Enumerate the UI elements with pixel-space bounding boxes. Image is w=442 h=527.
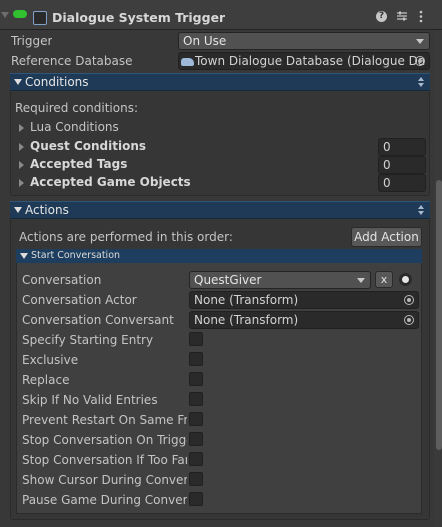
- conversation-dropdown[interactable]: QuestGiver: [189, 271, 371, 289]
- foldout-closed-icon: [19, 179, 24, 187]
- stop-conversation-if-too-far-checkbox[interactable]: [189, 452, 203, 466]
- clear-conversation-button[interactable]: x: [375, 271, 393, 288]
- conversation-picker-icon[interactable]: [399, 273, 412, 286]
- reorder-icon[interactable]: [418, 77, 424, 87]
- exclusive-checkbox[interactable]: [189, 352, 203, 366]
- accepted-tags-count[interactable]: 0: [378, 156, 426, 174]
- reference-database-label: Reference Database: [11, 54, 133, 68]
- conversation-actor-field[interactable]: None (Transform): [189, 291, 419, 309]
- accepted-game-objects-foldout[interactable]: Accepted Game Objects: [17, 175, 217, 191]
- conversation-conversant-field[interactable]: None (Transform): [189, 311, 419, 329]
- foldout-open-icon: [14, 207, 22, 213]
- conversation-actor-label: Conversation Actor: [22, 293, 137, 307]
- object-picker-icon[interactable]: [404, 295, 414, 305]
- add-action-button[interactable]: Add Action: [351, 227, 422, 247]
- exclusive-label: Exclusive: [22, 353, 79, 367]
- quest-conditions-label: Quest Conditions: [30, 139, 147, 153]
- actions-header-label: Actions: [25, 203, 69, 217]
- chevron-down-icon: [357, 278, 365, 283]
- kebab-menu-icon[interactable]: [418, 10, 424, 23]
- stop-conversation-on-trigger-checkbox[interactable]: [189, 432, 203, 446]
- stop-conversation-if-too-far-label: Stop Conversation If Too Far: [22, 453, 187, 467]
- pause-game-checkbox[interactable]: [189, 492, 203, 506]
- foldout-closed-icon: [19, 124, 24, 132]
- foldout-open-icon: [14, 79, 22, 85]
- skip-if-no-valid-entries-checkbox[interactable]: [189, 392, 203, 406]
- foldout-closed-icon: [19, 143, 24, 151]
- accepted-game-objects-count[interactable]: 0: [378, 174, 426, 192]
- show-cursor-label: Show Cursor During Conversa: [22, 473, 187, 487]
- object-picker-icon[interactable]: [404, 315, 414, 325]
- actions-order-label: Actions are performed in this order:: [19, 230, 233, 244]
- conditions-header[interactable]: Conditions: [10, 73, 430, 91]
- trigger-value: On Use: [183, 34, 227, 48]
- help-icon[interactable]: ?: [376, 11, 387, 22]
- replace-checkbox[interactable]: [189, 372, 203, 386]
- quest-conditions-count[interactable]: 0: [378, 138, 426, 156]
- replace-label: Replace: [22, 373, 70, 387]
- database-asset-icon: [181, 57, 194, 66]
- foldout-closed-icon: [19, 161, 24, 169]
- scrollbar-thumb[interactable]: [436, 180, 442, 450]
- specify-starting-entry-label: Specify Starting Entry: [22, 333, 154, 347]
- skip-if-no-valid-entries-label: Skip If No Valid Entries: [22, 393, 158, 407]
- prevent-restart-label: Prevent Restart On Same Fran: [22, 413, 187, 427]
- start-conversation-label: Start Conversation: [31, 250, 121, 261]
- trigger-label: Trigger: [11, 34, 53, 48]
- script-toggle-icon: [13, 10, 27, 18]
- reference-database-value: Town Dialogue Database (Dialogue Da: [195, 54, 426, 68]
- lua-conditions-foldout[interactable]: Lua Conditions: [17, 120, 217, 136]
- foldout-open-icon: [20, 252, 28, 259]
- stop-conversation-on-trigger-label: Stop Conversation On Trigger: [22, 433, 187, 447]
- lua-conditions-label: Lua Conditions: [30, 120, 119, 134]
- accepted-game-objects-label: Accepted Game Objects: [30, 175, 191, 189]
- object-picker-icon[interactable]: [415, 56, 425, 66]
- pause-game-label: Pause Game During Conversa: [22, 493, 187, 507]
- foldout-arrow-icon[interactable]: [1, 12, 9, 18]
- accepted-tags-label: Accepted Tags: [30, 157, 128, 171]
- actions-header[interactable]: Actions: [10, 201, 430, 219]
- reorder-icon[interactable]: [418, 205, 424, 215]
- enable-component-checkbox[interactable]: [33, 11, 47, 25]
- preset-icon[interactable]: [396, 10, 408, 22]
- conversation-conversant-label: Conversation Conversant: [22, 313, 174, 327]
- start-conversation-header[interactable]: Start Conversation: [16, 249, 422, 263]
- quest-conditions-foldout[interactable]: Quest Conditions: [17, 139, 217, 155]
- chevron-down-icon: [416, 39, 424, 44]
- conditions-header-label: Conditions: [25, 75, 89, 89]
- conversation-label: Conversation: [22, 273, 102, 287]
- prevent-restart-checkbox[interactable]: [189, 412, 203, 426]
- trigger-dropdown[interactable]: On Use: [178, 32, 430, 50]
- required-conditions-label: Required conditions:: [15, 101, 138, 115]
- conversation-value: QuestGiver: [194, 273, 262, 287]
- reference-database-field[interactable]: Town Dialogue Database (Dialogue Da: [178, 52, 430, 70]
- component-title: Dialogue System Trigger: [52, 10, 226, 25]
- specify-starting-entry-checkbox[interactable]: [189, 332, 203, 346]
- accepted-tags-foldout[interactable]: Accepted Tags: [17, 157, 217, 173]
- show-cursor-checkbox[interactable]: [189, 472, 203, 486]
